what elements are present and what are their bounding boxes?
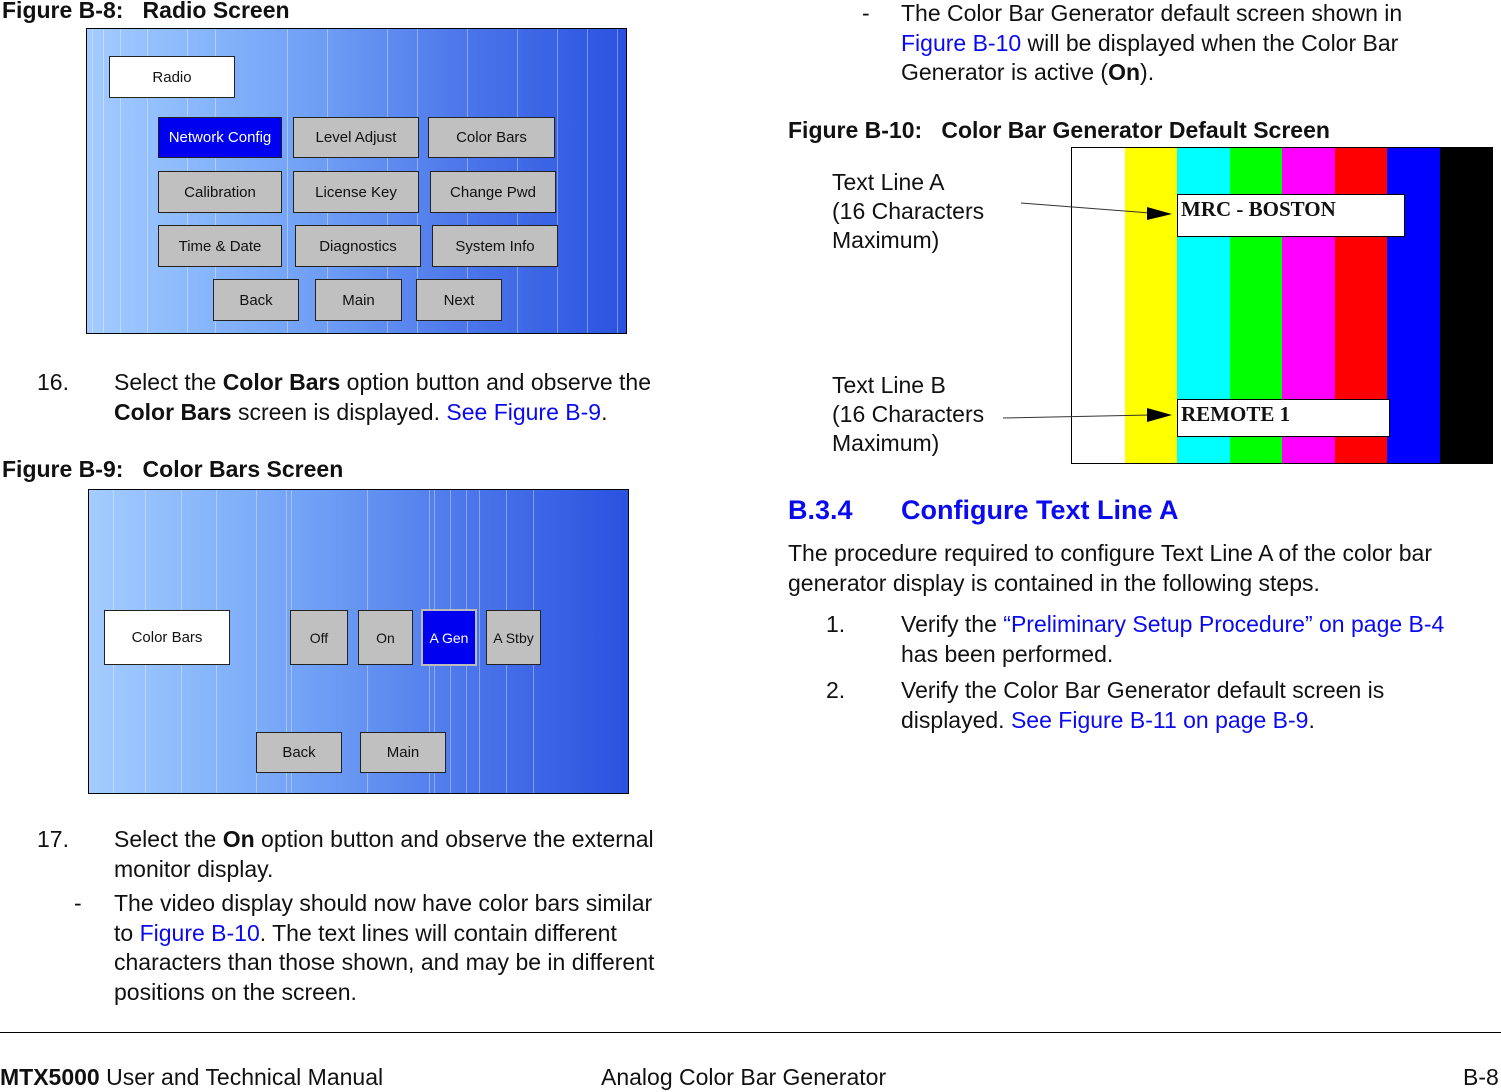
section-step-2-text: Verify the Color Bar Generator default s… xyxy=(901,677,1385,733)
footer-chapter: Analog Color Bar Generator xyxy=(601,1064,887,1090)
section-title: Configure Text Line A xyxy=(901,495,1179,525)
arrow-line-b xyxy=(1002,408,1172,422)
footer-divider xyxy=(0,1032,1501,1033)
section-step-1-text: Verify the “Preliminary Setup Procedure”… xyxy=(901,611,1445,667)
see-figure-b11-link[interactable]: See Figure B-11 on page B-9 xyxy=(1011,707,1308,733)
footer-page-number: B-8 xyxy=(1463,1064,1499,1090)
section-step-1-number: 1. xyxy=(826,611,846,637)
section-intro: The procedure required to configure Text… xyxy=(788,540,1432,596)
preliminary-setup-link[interactable]: “Preliminary Setup Procedure” on page B-… xyxy=(1003,611,1444,637)
section-step-2-number: 2. xyxy=(826,677,846,703)
arrow-line-a xyxy=(1020,202,1172,220)
section-number: B.3.4 xyxy=(788,495,853,525)
footer-manual-title: MTX5000 User and Technical Manual xyxy=(0,1064,384,1090)
